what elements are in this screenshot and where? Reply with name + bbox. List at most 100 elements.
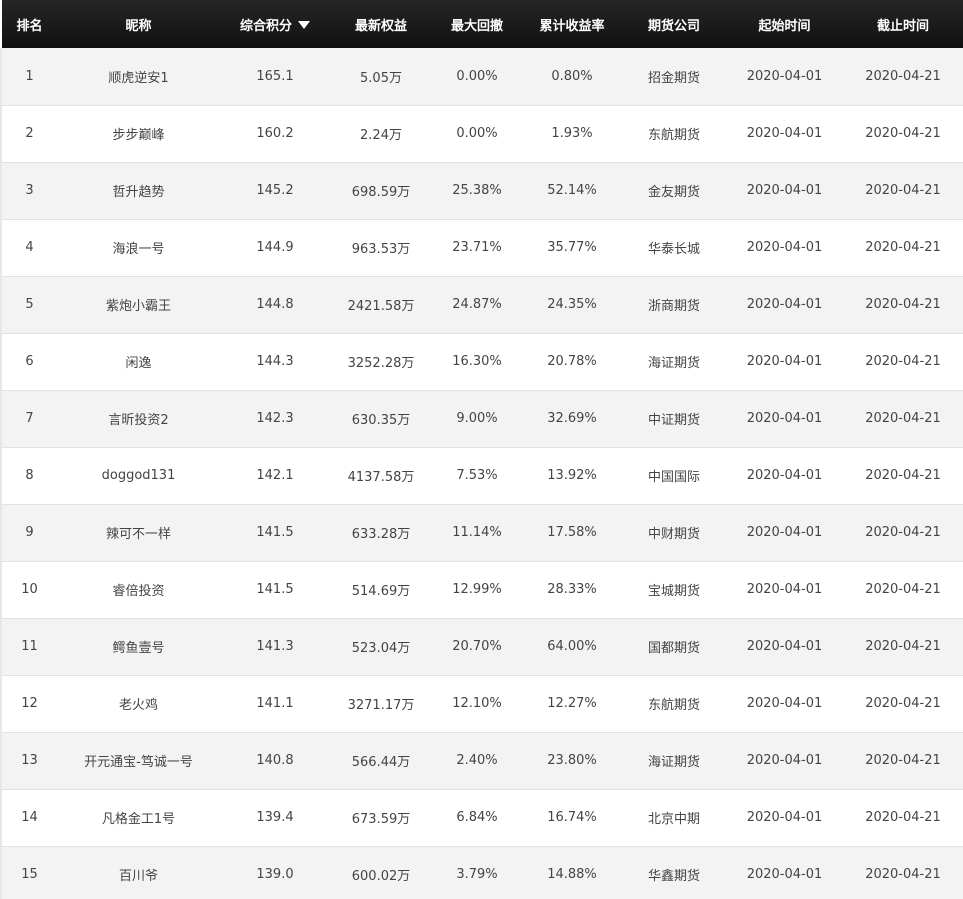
cell-max-drawdown: 2.40%: [456, 753, 498, 768]
table-row[interactable]: 14 凡格金工1号 139.4 673.59万 6.84% 16.74% 北京中期 2020-…: [2, 789, 963, 846]
cell-nickname[interactable]: 步步巅峰: [57, 105, 220, 162]
header-score[interactable]: 综合积分: [220, 0, 330, 48]
cell-equity: 3271.17万: [347, 698, 415, 713]
cell-cumulative-return: 16.74%: [547, 810, 597, 825]
cell-equity: 600.02万: [351, 869, 411, 884]
table-row[interactable]: 13 开元通宝-笃诚一号 140.8 566.44万 2.40% 23.80% 海证期货 20…: [2, 732, 963, 789]
header-start-date-label: 起始时间: [758, 18, 811, 34]
cell-rank: 5: [25, 297, 34, 312]
cell-cumulative-return: 32.69%: [547, 411, 597, 426]
cell-score: 139.0: [256, 867, 294, 882]
cell-end-date: 2020-04-21: [865, 183, 941, 198]
cell-futures-company: 浙商期货: [647, 299, 700, 314]
cell-rank: 9: [25, 525, 34, 540]
cell-end-date: 2020-04-21: [865, 582, 941, 597]
table-row[interactable]: 5 紫炮小霸王 144.8 2421.58万 24.87% 24.35% 浙商期货 2020-…: [2, 276, 963, 333]
header-futures-company[interactable]: 期货公司: [622, 0, 726, 48]
cell-nickname[interactable]: 顺虎逆安1: [57, 48, 220, 105]
cell-start-date: 2020-04-01: [746, 525, 823, 540]
cell-equity: 514.69万: [351, 584, 411, 599]
table-row[interactable]: 11 鳄鱼壹号 141.3 523.04万 20.70% 64.00% 国都期货 2020-0…: [2, 618, 963, 675]
cell-futures-company: 中财期货: [647, 527, 700, 542]
cell-score: 145.2: [256, 183, 294, 198]
cell-score: 144.8: [256, 297, 294, 312]
cell-nickname[interactable]: doggod131: [57, 447, 220, 504]
header-cumulative-return-label: 累计收益率: [539, 18, 605, 34]
cell-equity: 698.59万: [351, 185, 411, 200]
cell-end-date: 2020-04-21: [865, 810, 941, 825]
cell-nickname[interactable]: 百川爷: [57, 846, 220, 899]
table-row[interactable]: 10 睿倍投资 141.5 514.69万 12.99% 28.33% 宝城期货 2020-0…: [2, 561, 963, 618]
cell-score: 144.9: [256, 240, 294, 255]
table-row[interactable]: 8 doggod131 142.1 4137.58万 7.53% 13.92% 中国国际 20…: [2, 447, 963, 504]
cell-score: 141.3: [256, 639, 294, 654]
header-rank[interactable]: 排名: [2, 0, 57, 48]
cell-futures-company: 东航期货: [647, 128, 700, 143]
cell-start-date: 2020-04-01: [746, 411, 823, 426]
header-max-drawdown[interactable]: 最大回撤: [432, 0, 522, 48]
header-nickname[interactable]: 昵称: [57, 0, 220, 48]
cell-start-date: 2020-04-01: [746, 468, 823, 483]
header-equity[interactable]: 最新权益: [330, 0, 432, 48]
cell-nickname[interactable]: 睿倍投资: [57, 561, 220, 618]
cell-nickname[interactable]: 鳄鱼壹号: [57, 618, 220, 675]
cell-max-drawdown: 24.87%: [452, 297, 502, 312]
cell-cumulative-return: 64.00%: [547, 639, 597, 654]
cell-futures-company: 海证期货: [647, 356, 700, 371]
cell-max-drawdown: 20.70%: [452, 639, 502, 654]
cell-start-date: 2020-04-01: [746, 68, 823, 84]
cell-equity: 630.35万: [351, 413, 411, 428]
cell-equity: 963.53万: [351, 242, 411, 257]
table-row[interactable]: 1 顺虎逆安1 165.1 5.05万 0.00% 0.80% 招金期货 2020-04-01…: [2, 48, 963, 105]
cell-start-date: 2020-04-01: [746, 240, 823, 255]
table-row[interactable]: 9 辣可不一样 141.5 633.28万 11.14% 17.58% 中财期货 2020-0…: [2, 504, 963, 561]
table-row[interactable]: 3 哲升趋势 145.2 698.59万 25.38% 52.14% 金友期货 2020-04…: [2, 162, 963, 219]
table-row[interactable]: 12 老火鸡 141.1 3271.17万 12.10% 12.27% 东航期货 2020-0…: [2, 675, 963, 732]
cell-nickname[interactable]: 老火鸡: [57, 675, 220, 732]
header-end-date[interactable]: 截止时间: [843, 0, 963, 48]
table-row[interactable]: 6 闲逸 144.3 3252.28万 16.30% 20.78% 海证期货 2020-04-…: [2, 333, 963, 390]
cell-nickname[interactable]: 哲升趋势: [57, 162, 220, 219]
table-row[interactable]: 2 步步巅峰 160.2 2.24万 0.00% 1.93% 东航期货 2020-04-01 2…: [2, 105, 963, 162]
header-cumulative-return[interactable]: 累计收益率: [522, 0, 622, 48]
cell-nickname[interactable]: 辣可不一样: [57, 504, 220, 561]
cell-nickname[interactable]: 凡格金工1号: [57, 789, 220, 846]
cell-score: 142.3: [256, 411, 294, 426]
cell-score: 144.3: [256, 354, 294, 369]
cell-futures-company: 东航期货: [647, 698, 700, 713]
cell-start-date: 2020-04-01: [746, 297, 823, 312]
cell-end-date: 2020-04-21: [865, 753, 941, 768]
cell-cumulative-return: 35.77%: [547, 240, 597, 255]
cell-futures-company: 华泰长城: [647, 242, 700, 257]
cell-end-date: 2020-04-21: [865, 297, 941, 312]
cell-end-date: 2020-04-21: [865, 240, 941, 255]
cell-equity: 4137.58万: [347, 470, 415, 485]
header-start-date[interactable]: 起始时间: [726, 0, 843, 48]
cell-cumulative-return: 0.80%: [551, 68, 593, 84]
cell-nickname[interactable]: 言昕投资2: [57, 390, 220, 447]
cell-equity: 5.05万: [360, 70, 402, 86]
cell-max-drawdown: 12.10%: [452, 696, 502, 711]
cell-rank: 15: [21, 867, 38, 882]
cell-score: 141.5: [256, 582, 294, 597]
cell-score: 139.4: [256, 810, 294, 825]
cell-nickname[interactable]: 开元通宝-笃诚一号: [57, 732, 220, 789]
cell-futures-company: 华鑫期货: [647, 869, 700, 884]
table-row[interactable]: 4 海浪一号 144.9 963.53万 23.71% 35.77% 华泰长城 2020-04…: [2, 219, 963, 276]
cell-equity: 566.44万: [351, 755, 411, 770]
cell-equity: 2.24万: [360, 128, 402, 143]
cell-nickname[interactable]: 海浪一号: [57, 219, 220, 276]
cell-rank: 3: [25, 183, 34, 198]
cell-futures-company: 中国国际: [647, 470, 700, 485]
cell-nickname[interactable]: 闲逸: [57, 333, 220, 390]
cell-start-date: 2020-04-01: [746, 126, 823, 141]
cell-score: 140.8: [256, 753, 294, 768]
cell-start-date: 2020-04-01: [746, 810, 823, 825]
cell-max-drawdown: 12.99%: [452, 582, 502, 597]
table-row[interactable]: 15 百川爷 139.0 600.02万 3.79% 14.88% 华鑫期货 2020-04-…: [2, 846, 963, 899]
cell-nickname[interactable]: 紫炮小霸王: [57, 276, 220, 333]
cell-end-date: 2020-04-21: [865, 411, 941, 426]
cell-rank: 1: [25, 68, 34, 84]
table-row[interactable]: 7 言昕投资2 142.3 630.35万 9.00% 32.69% 中证期货 2020-04…: [2, 390, 963, 447]
cell-score: 160.2: [256, 126, 294, 141]
